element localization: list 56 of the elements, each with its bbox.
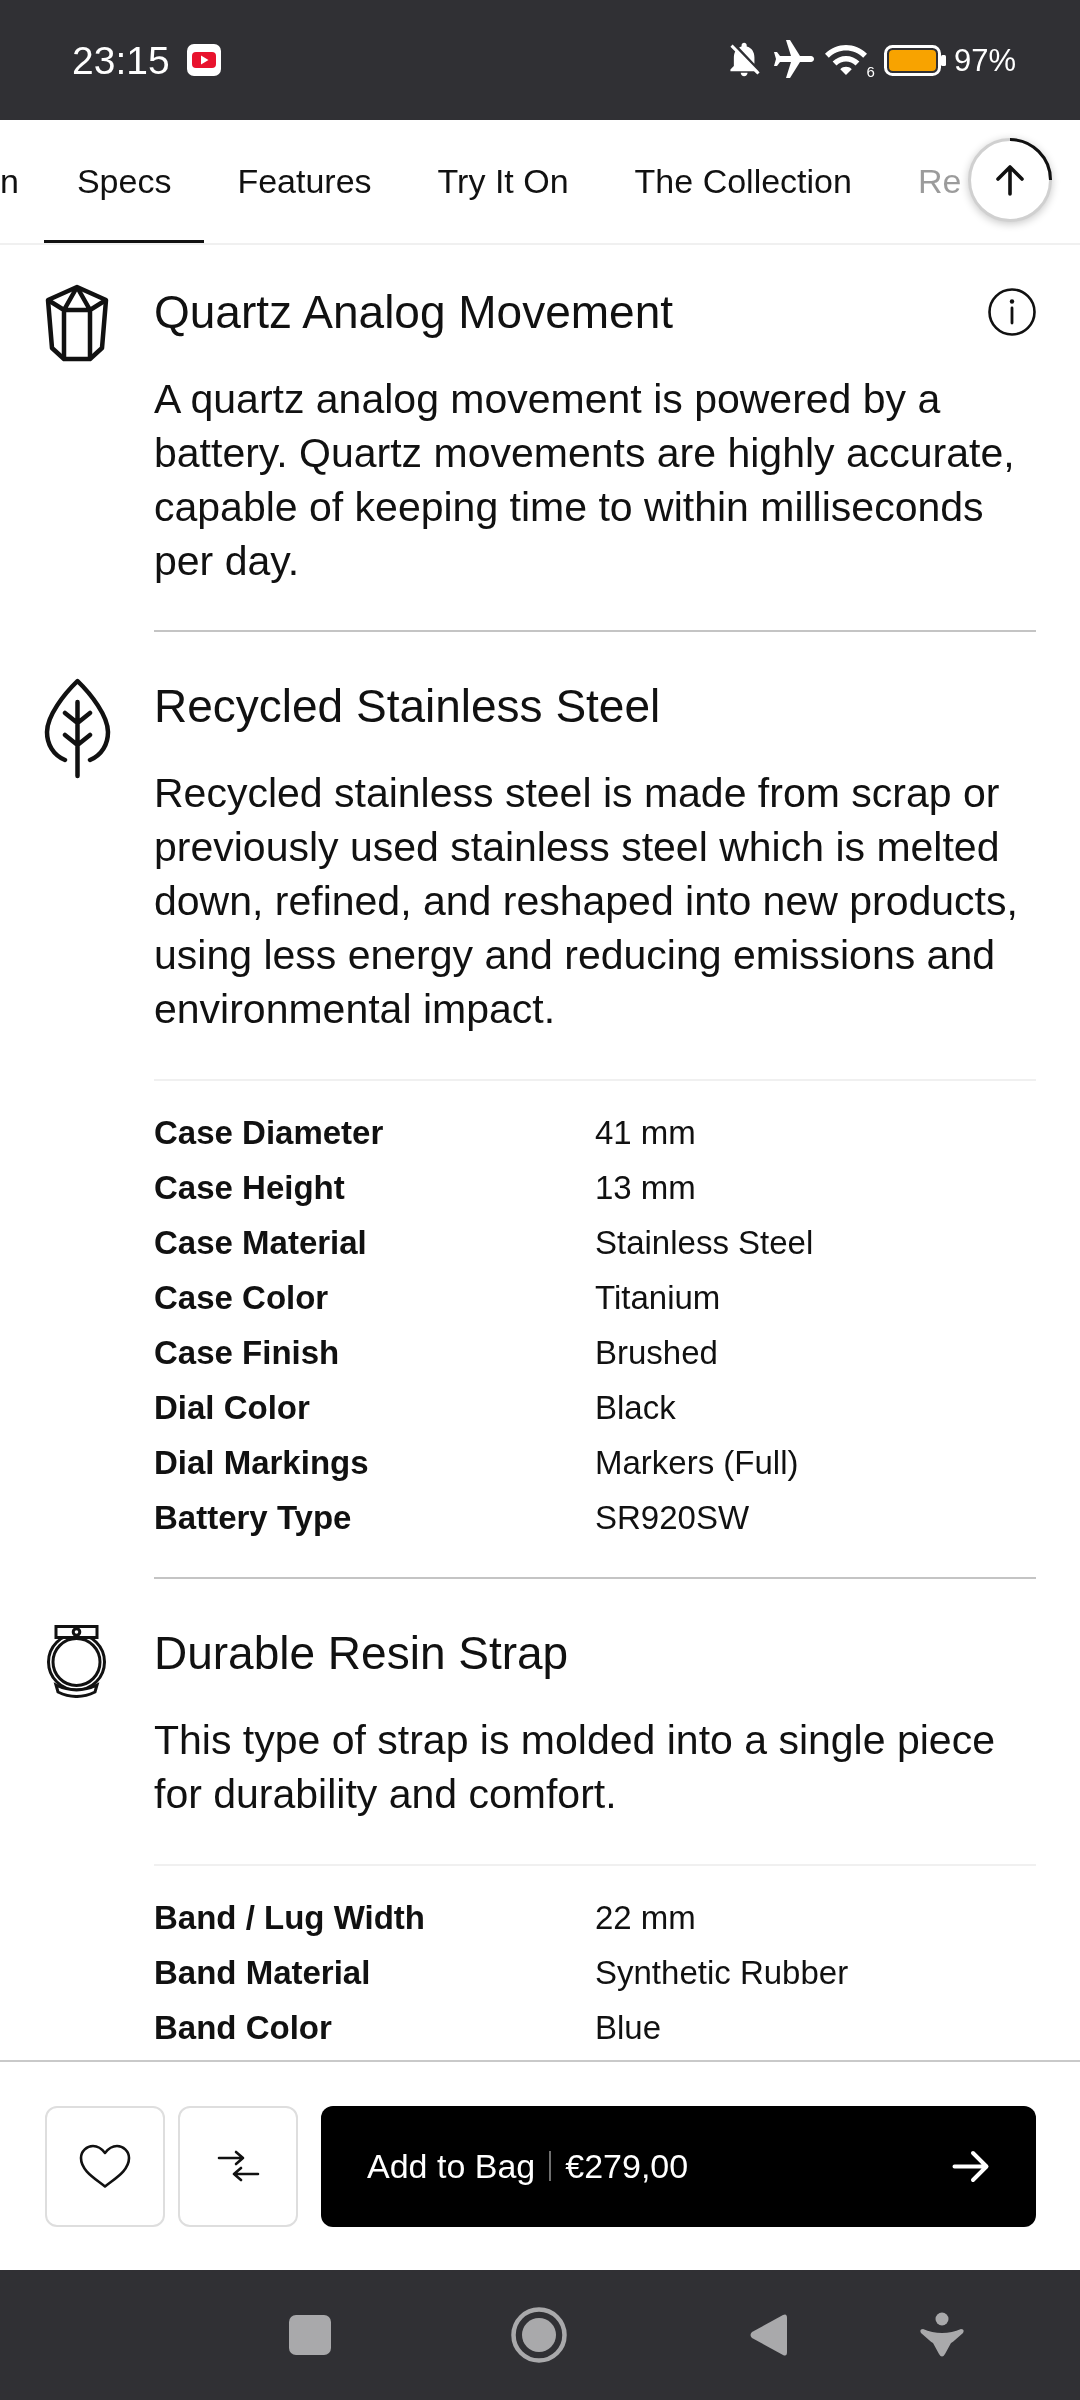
status-time: 23:15 [72,40,170,80]
section-title: Durable Resin Strap [154,1629,569,1677]
scroll-to-top-button[interactable] [968,138,1052,222]
spec-value: Titanium [595,1278,722,1318]
arrow-right-icon [952,2149,990,2183]
spec-label: Case Material [154,1223,368,1263]
spec-label: Case Color [154,1278,330,1318]
section-title: Recycled Stainless Steel [154,682,661,730]
spec-label: Band Color [154,2008,333,2048]
spec-label: Band Material [154,1953,372,1993]
airplane-icon [773,40,814,80]
section-description: This type of strap is molded into a single piece for durability and comfort. [154,1716,996,1819]
wifi-icon [824,45,867,75]
spec-label: Dial Color [154,1388,311,1428]
triangle-icon[interactable] [749,2312,787,2358]
spec-value: Stainless Steel [595,1223,815,1263]
section-title: Quartz Analog Movement [154,288,674,336]
spec-value: 41 mm [595,1113,697,1153]
spec-value: 22 mm [595,1898,697,1938]
tab[interactable]: Try It On [404,120,602,243]
spec-value: 13 mm [595,1168,697,1208]
person-icon[interactable] [919,2312,965,2358]
spec-value: Brushed [595,1333,719,1373]
wishlist-button[interactable] [45,2105,165,2227]
spec-label: Case Diameter [154,1113,385,1153]
add-to-bag-button[interactable]: Add to Bag €279,00 [321,2105,1036,2227]
square-icon[interactable] [289,2315,331,2355]
battery-icon [883,44,946,76]
section-description: A quartz analog movement is powered by a battery. Quartz movements are highly accurate, capable of keeping time to within milliseconds per day. [154,375,1016,586]
scroll-progress-arc [1009,138,1052,181]
spec-value: Synthetic Rubber [595,1953,850,1993]
spec-value: Black [595,1388,677,1428]
spec-label: Case Finish [154,1333,341,1373]
watch-strap-icon [44,1625,109,1698]
wifi-badge-label: 6 [866,63,875,79]
battery-percent: 97% [953,44,1016,76]
ring-dot-icon[interactable] [511,2307,567,2363]
opposing-arrows-icon [216,2150,260,2182]
tab[interactable]: n [0,120,44,243]
info-icon[interactable] [988,288,1036,336]
up-arrow-icon [995,164,1025,196]
spec-label: Battery Type [154,1498,353,1538]
heart-icon [78,2143,132,2189]
play-icon [186,44,221,76]
spec-label: Dial Markings [154,1443,370,1483]
spec-value: Blue [595,2008,663,2048]
spec-value: SR920SW [595,1498,751,1538]
spec-label: Band / Lug Width [154,1898,426,1938]
spec-value: Markers (Full) [595,1443,800,1483]
crystal-icon [44,284,110,362]
tab[interactable]: The Collection [601,120,885,243]
tab[interactable]: Specs [43,120,205,243]
leaf-icon [44,678,111,779]
tab[interactable]: Features [204,120,405,243]
spec-label: Case Height [154,1168,346,1208]
section-description: Recycled stainless steel is made from scrap or previously used stainless steel which is melted down, refined, and reshaped into new products, using less energy and reducing emissions and environmental impact. [154,769,1019,1034]
